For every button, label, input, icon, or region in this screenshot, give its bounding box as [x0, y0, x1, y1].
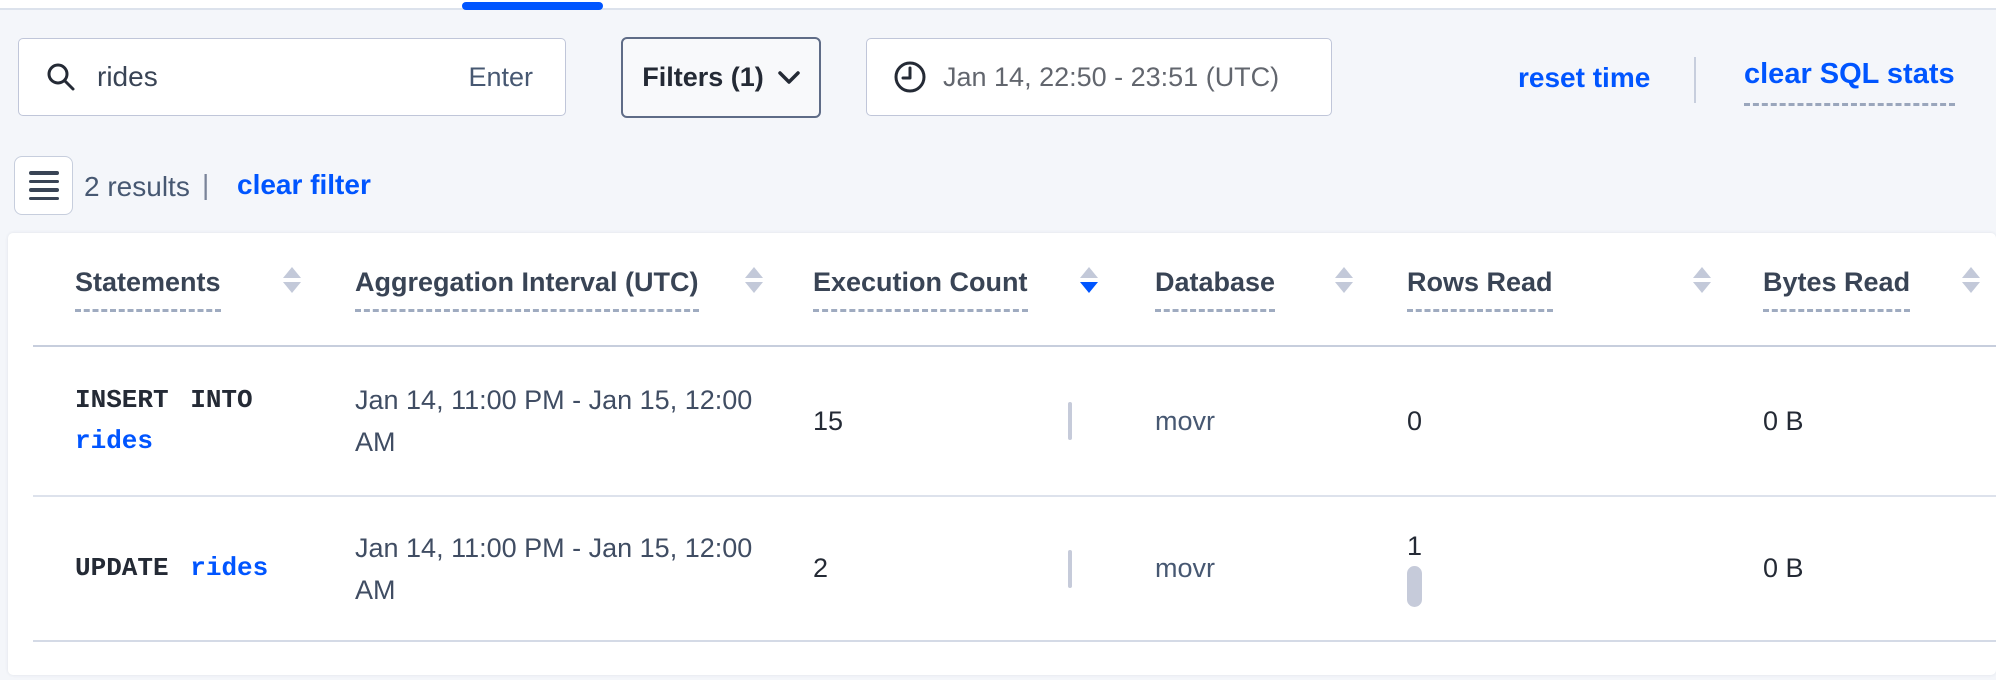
rows-read-cell: 0 [1407, 347, 1763, 495]
sort-icon-execution-count[interactable] [1080, 267, 1098, 293]
toolbar-divider [1694, 57, 1696, 103]
database-cell: movr [1155, 347, 1407, 495]
execution-count-cell: 2 [813, 497, 1155, 640]
header-statements-label[interactable]: Statements [75, 267, 221, 312]
row-divider [33, 640, 1996, 642]
statements-table-card: Statements Aggregation Interval (UTC) Ex… [8, 233, 1996, 675]
statement-search-box[interactable]: Enter [18, 38, 566, 116]
sort-icon-database[interactable] [1335, 267, 1353, 293]
database-cell: movr [1155, 497, 1407, 640]
aggregation-interval-cell: Jan 14, 11:00 PM - Jan 15, 12:00 AM [355, 347, 813, 495]
header-rows-read: Rows Read [1407, 233, 1763, 345]
reset-time-link[interactable]: reset time [1518, 62, 1650, 94]
filters-button[interactable]: Filters (1) [621, 37, 821, 118]
clear-sql-stats-link[interactable]: clear SQL stats [1744, 58, 1955, 106]
chevron-down-icon [778, 71, 800, 85]
search-icon [45, 61, 77, 93]
column-selector-button[interactable] [14, 156, 73, 215]
execution-count-cell: 15 [813, 347, 1155, 495]
header-aggregation-interval: Aggregation Interval (UTC) [355, 233, 813, 345]
sort-icon-aggregation-interval[interactable] [745, 267, 763, 293]
results-count: 2 results [84, 171, 190, 203]
menu-lines-icon [29, 171, 59, 175]
sort-icon-statements[interactable] [283, 267, 301, 293]
clock-icon [893, 60, 927, 94]
header-execution-count-label[interactable]: Execution Count [813, 267, 1028, 312]
header-aggregation-interval-label[interactable]: Aggregation Interval (UTC) [355, 267, 699, 312]
execution-count-bar [1068, 550, 1072, 588]
enter-key-hint: Enter [462, 62, 539, 93]
rows-read-bar [1407, 566, 1422, 607]
clear-filter-link[interactable]: clear filter [237, 169, 371, 201]
header-database-label[interactable]: Database [1155, 267, 1275, 312]
search-input[interactable] [97, 61, 462, 93]
results-separator: | [202, 169, 209, 201]
active-tab-indicator[interactable] [462, 2, 603, 10]
statement-table-link[interactable]: rides [75, 426, 153, 456]
statement-table-link[interactable]: rides [190, 553, 268, 583]
aggregation-interval-cell: Jan 14, 11:00 PM - Jan 15, 12:00 AM [355, 497, 813, 640]
statement-cell: UPDATE rides [75, 497, 355, 640]
statement-keyword: INSERT INTO [75, 385, 253, 415]
bytes-read-cell: 0 B [1763, 347, 1996, 495]
header-bytes-read: Bytes Read [1763, 233, 1996, 345]
header-execution-count: Execution Count [813, 233, 1155, 345]
sort-icon-bytes-read[interactable] [1962, 267, 1980, 293]
table-row: UPDATE rides Jan 14, 11:00 PM - Jan 15, … [8, 497, 1996, 640]
execution-count-bar [1068, 402, 1072, 440]
time-range-picker[interactable]: Jan 14, 22:50 - 23:51 (UTC) [866, 38, 1332, 116]
tab-bar [0, 0, 1996, 10]
header-bytes-read-label[interactable]: Bytes Read [1763, 267, 1910, 312]
header-database: Database [1155, 233, 1407, 345]
table-row: INSERT INTO rides Jan 14, 11:00 PM - Jan… [8, 347, 1996, 495]
rows-read-cell: 1 [1407, 497, 1763, 640]
table-header-row: Statements Aggregation Interval (UTC) Ex… [8, 233, 1996, 345]
statement-keyword: UPDATE [75, 553, 169, 583]
header-rows-read-label[interactable]: Rows Read [1407, 267, 1553, 312]
sort-icon-rows-read[interactable] [1693, 267, 1711, 293]
filters-button-label: Filters (1) [642, 62, 764, 93]
time-range-label: Jan 14, 22:50 - 23:51 (UTC) [943, 62, 1279, 93]
bytes-read-cell: 0 B [1763, 497, 1996, 640]
statement-cell: INSERT INTO rides [75, 347, 355, 495]
header-statements: Statements [75, 233, 355, 345]
